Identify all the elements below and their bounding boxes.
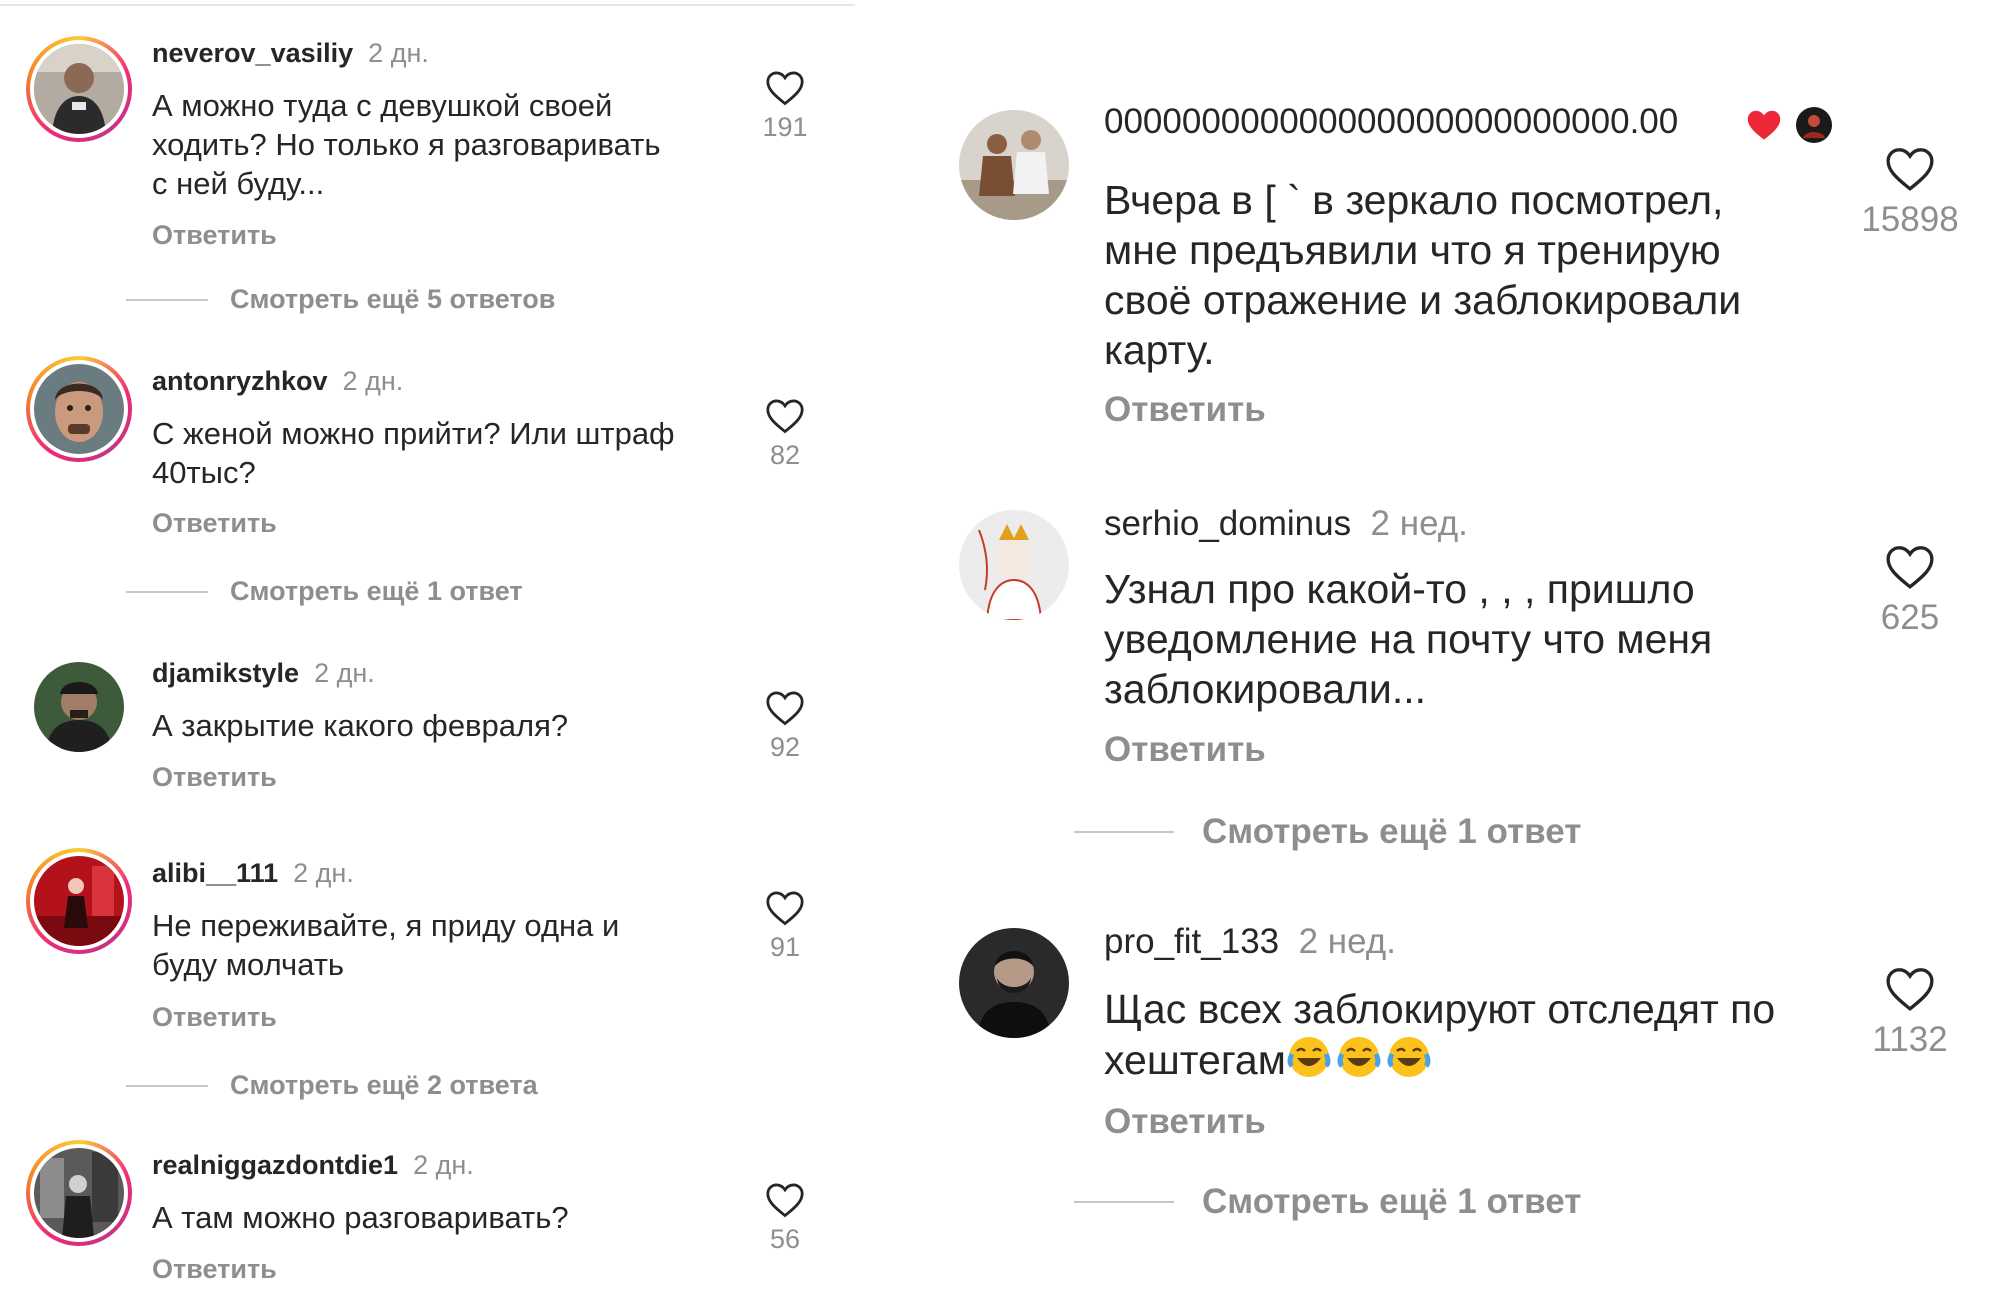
- story-ring[interactable]: [26, 356, 132, 462]
- comment-username[interactable]: antonryzhkov: [152, 366, 328, 396]
- comment-username[interactable]: 000000000000000000000000000.00: [1104, 102, 1678, 142]
- comment: djamikstyle 2 дн. А закрытие какого февр…: [0, 648, 855, 798]
- replies-divider: [126, 1084, 208, 1087]
- like-count: 625: [1880, 598, 1940, 637]
- comment-text: Не переживайте, я приду одна и буду молч…: [152, 908, 620, 982]
- replies-divider: [1074, 1201, 1174, 1203]
- view-more-replies[interactable]: Смотреть ещё 5 ответов: [126, 284, 555, 315]
- comment-username[interactable]: djamikstyle: [152, 658, 299, 688]
- red-room-avatar: [34, 856, 124, 946]
- story-ring[interactable]: [26, 848, 132, 954]
- reply-button[interactable]: Ответить: [152, 508, 277, 539]
- heart-icon[interactable]: [745, 690, 825, 726]
- like-count: 15898: [1861, 200, 1959, 239]
- comment-text: А можно туда с девушкой своей ходить? Но…: [152, 88, 661, 201]
- bearded-man-avatar[interactable]: [959, 928, 1069, 1038]
- view-more-replies[interactable]: Смотреть ещё 1 ответ: [1074, 812, 1581, 852]
- like-column: 91: [745, 890, 825, 963]
- reply-button[interactable]: Ответить: [1104, 390, 1266, 430]
- comment: serhio_dominus 2 нед. Узнал про какой-то…: [950, 500, 2010, 860]
- comment: 000000000000000000000000000.00 Вчера в […: [950, 90, 2010, 450]
- view-more-label: Смотреть ещё 1 ответ: [1202, 812, 1582, 851]
- like-column: 15898: [1855, 146, 1965, 240]
- comment-text: Щас всех заблокируют отследят по хештега…: [1104, 986, 1776, 1083]
- comment-time: 2 дн.: [413, 1150, 474, 1180]
- reply-button[interactable]: Ответить: [1104, 730, 1266, 770]
- like-column: 82: [745, 398, 825, 471]
- laughing-crying-emoji-group: 😂😂😂: [1286, 1037, 1436, 1083]
- like-column: 92: [745, 690, 825, 763]
- story-ring[interactable]: [26, 36, 132, 142]
- comment-time: 2 дн.: [368, 38, 429, 68]
- like-count: 191: [762, 112, 808, 142]
- story-ring[interactable]: [26, 1140, 132, 1246]
- view-more-label: Смотреть ещё 1 ответ: [1202, 1182, 1582, 1221]
- replies-divider: [1074, 831, 1174, 833]
- author-avatar-icon: [1795, 106, 1833, 149]
- heart-icon[interactable]: [745, 1182, 825, 1218]
- like-column: 191: [745, 70, 825, 143]
- reply-button[interactable]: Ответить: [152, 1002, 277, 1033]
- comment-time: 2 нед.: [1298, 922, 1396, 961]
- comment-time: 2 дн.: [314, 658, 375, 688]
- like-column: 625: [1855, 544, 1965, 638]
- replies-divider: [126, 298, 208, 301]
- like-count: 91: [769, 932, 801, 962]
- reply-button[interactable]: Ответить: [152, 1254, 277, 1285]
- like-count: 1132: [1872, 1020, 1948, 1059]
- bw-street-avatar: [34, 1148, 124, 1238]
- comment: antonryzhkov 2 дн. С женой можно прийти?…: [0, 356, 855, 606]
- comment: realniggazdontdie1 2 дн. А там можно раз…: [0, 1140, 855, 1300]
- like-count: 56: [769, 1224, 801, 1254]
- comment-text: А там можно разговаривать?: [152, 1200, 569, 1235]
- replies-divider: [126, 590, 208, 593]
- reply-button[interactable]: Ответить: [152, 762, 277, 793]
- like-count: 82: [769, 440, 801, 470]
- comment: pro_fit_133 2 нед. Щас всех заблокируют …: [950, 918, 2010, 1248]
- like-column: 1132: [1855, 966, 1965, 1060]
- face-portrait-avatar: [34, 364, 124, 454]
- comment-text: Узнал про какой-то , , , пришло уведомле…: [1104, 566, 1713, 712]
- comment-text: Вчера в [ ` в зеркало посмотрел, мне пре…: [1104, 177, 1742, 373]
- comment-time: 2 дн.: [342, 366, 404, 396]
- comment-time: 2 дн.: [293, 858, 354, 888]
- group-photo-avatar[interactable]: [959, 110, 1069, 220]
- comment-text: А закрытие какого февраля?: [152, 708, 569, 743]
- like-count: 92: [769, 732, 801, 762]
- comment-badges: [1745, 106, 1845, 146]
- comment-text: С женой можно прийти? Или штраф 40тыс?: [152, 416, 675, 490]
- view-more-replies[interactable]: Смотреть ещё 1 ответ: [1074, 1182, 1581, 1222]
- comment-username[interactable]: realniggazdontdie1: [152, 1150, 398, 1180]
- liked-by-author-heart-icon: [1745, 108, 1783, 147]
- like-column: 56: [745, 1182, 825, 1255]
- heart-icon[interactable]: [1855, 966, 1965, 1012]
- cartoon-king-avatar[interactable]: [959, 510, 1069, 620]
- comment-username[interactable]: pro_fit_133: [1104, 922, 1279, 961]
- heart-icon[interactable]: [745, 398, 825, 434]
- reply-button[interactable]: Ответить: [152, 220, 277, 251]
- comment-time: 2 нед.: [1370, 504, 1468, 543]
- comment-username[interactable]: serhio_dominus: [1104, 504, 1351, 543]
- heart-icon[interactable]: [1855, 544, 1965, 590]
- view-more-replies[interactable]: Смотреть ещё 1 ответ: [126, 576, 523, 607]
- comment: alibi__111 2 дн. Не переживайте, я приду…: [0, 848, 855, 1101]
- heart-icon[interactable]: [1855, 146, 1965, 192]
- view-more-label: Смотреть ещё 1 ответ: [230, 576, 523, 606]
- reply-button[interactable]: Ответить: [1104, 1102, 1266, 1142]
- comment-username[interactable]: neverov_vasiliy: [152, 38, 353, 68]
- view-more-replies[interactable]: Смотреть ещё 2 ответа: [126, 1070, 538, 1101]
- heart-icon[interactable]: [745, 890, 825, 926]
- gym-selfie-avatar: [34, 44, 124, 134]
- view-more-label: Смотреть ещё 2 ответа: [230, 1070, 538, 1100]
- comment-username[interactable]: alibi__111: [152, 858, 278, 888]
- dark-portrait-avatar[interactable]: [34, 662, 124, 752]
- comment: neverov_vasiliy 2 дн. А можно туда с дев…: [0, 0, 855, 314]
- heart-icon[interactable]: [745, 70, 825, 106]
- view-more-label: Смотреть ещё 5 ответов: [230, 284, 556, 314]
